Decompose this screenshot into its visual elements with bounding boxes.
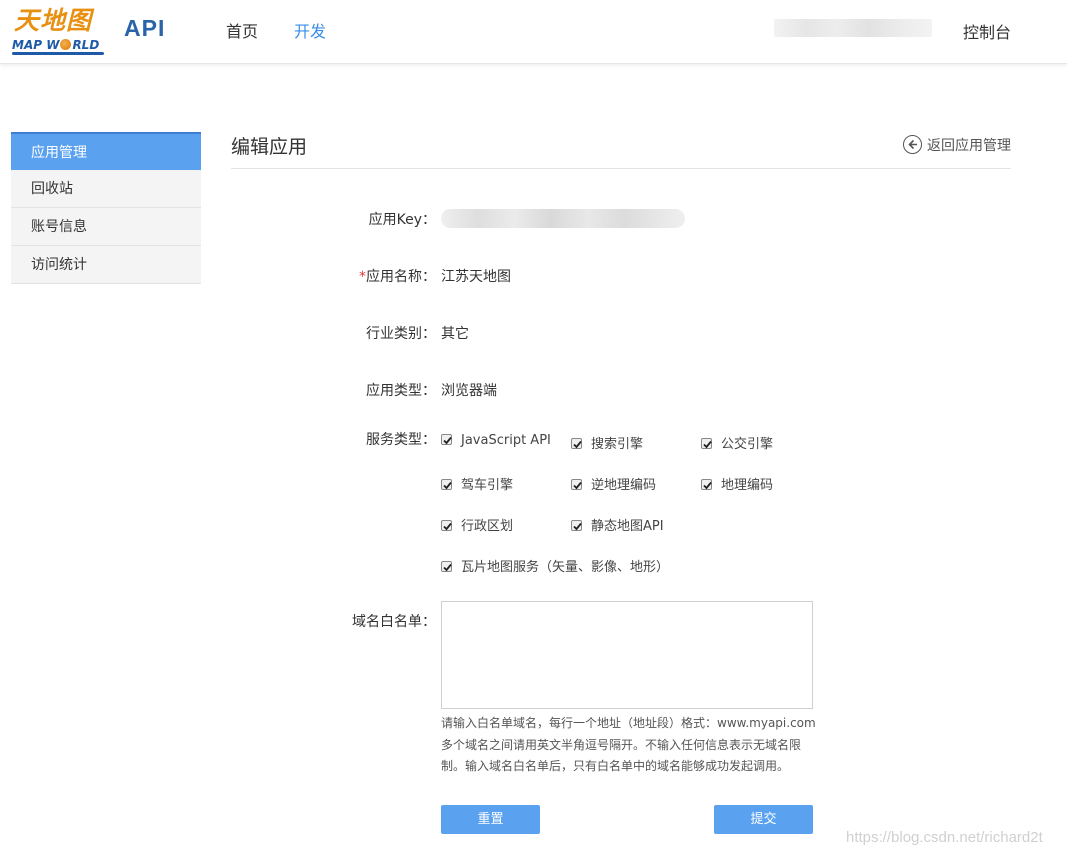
checkbox-checked-icon[interactable]	[571, 479, 582, 490]
nav-develop-link[interactable]: 开发	[294, 18, 326, 42]
service-checkbox-bus-engine[interactable]: 公交引擎	[701, 433, 773, 452]
service-checkbox-javascript-api[interactable]: JavaScript API	[441, 433, 551, 448]
service-label: 逆地理编码	[591, 478, 657, 493]
service-checkbox-search-engine[interactable]: 搜索引擎	[571, 433, 643, 452]
domain-whitelist-textarea[interactable]	[441, 601, 813, 709]
logo-english-part2: RLD	[72, 38, 100, 52]
checkbox-checked-icon[interactable]	[701, 479, 712, 490]
hint-line: 请输入白名单域名，每行一个地址（地址段）格式：www.myapi.com	[441, 716, 816, 730]
submit-button[interactable]: 提交	[714, 805, 813, 834]
whitelist-hint-text: 请输入白名单域名，每行一个地址（地址段）格式：www.myapi.com 多个域…	[441, 713, 817, 778]
top-navbar: 天地图 MAP W RLD API 首页 开发 控制台	[0, 0, 1067, 64]
service-label: JavaScript API	[461, 433, 551, 448]
checkbox-checked-icon[interactable]	[701, 438, 712, 449]
page-title: 编辑应用	[231, 136, 308, 158]
title-divider	[231, 168, 1011, 169]
logo-english-text: MAP W RLD	[12, 38, 99, 52]
checkbox-checked-icon[interactable]	[441, 561, 452, 572]
service-label: 静态地图API	[591, 519, 664, 534]
mapworld-logo[interactable]: 天地图 MAP W RLD	[12, 6, 108, 56]
back-to-app-management-link[interactable]: 返回应用管理	[903, 135, 1011, 155]
service-label: 行政区划	[461, 519, 514, 534]
console-link[interactable]: 控制台	[963, 19, 1011, 43]
sidebar: 应用管理 回收站 账号信息 访问统计	[11, 132, 201, 284]
blurred-app-key	[441, 209, 685, 228]
reset-button[interactable]: 重置	[441, 805, 540, 834]
service-type-label: 服务类型：	[366, 432, 436, 448]
app-type-label: 应用类型：	[366, 383, 436, 399]
arrow-left-circle-icon	[903, 135, 922, 154]
service-checkbox-reverse-geocoding[interactable]: 逆地理编码	[571, 474, 656, 493]
blurred-username[interactable]	[774, 19, 932, 37]
industry-value: 其它	[441, 326, 469, 342]
service-checkbox-geocoding[interactable]: 地理编码	[701, 474, 773, 493]
logo-chinese-text: 天地图	[14, 6, 93, 35]
checkbox-checked-icon[interactable]	[441, 434, 452, 445]
checkbox-checked-icon[interactable]	[441, 479, 452, 490]
back-link-label: 返回应用管理	[927, 138, 1011, 154]
service-label: 驾车引擎	[461, 478, 514, 493]
industry-label: 行业类别：	[366, 326, 436, 342]
app-key-label: 应用Key：	[368, 212, 436, 228]
logo-underline	[12, 52, 104, 55]
logo-english-part1: MAP W	[12, 38, 60, 52]
hint-line: 制。输入域名白名单后，只有白名单中的域名能够成功发起调用。	[441, 759, 790, 773]
app-name-value: 江苏天地图	[441, 269, 511, 285]
app-name-label-text: 应用名称：	[366, 269, 436, 285]
service-label: 瓦片地图服务（矢量、影像、地形）	[461, 560, 670, 575]
app-name-label: *应用名称：	[236, 266, 436, 286]
sidebar-item-recycle-bin[interactable]: 回收站	[11, 170, 201, 208]
csdn-watermark: https://blog.csdn.net/richard2t	[846, 829, 1043, 846]
domain-whitelist-label: 域名白名单：	[352, 614, 436, 630]
app-type-value: 浏览器端	[441, 383, 497, 399]
service-label: 公交引擎	[721, 437, 774, 452]
service-label: 搜索引擎	[591, 437, 644, 452]
checkbox-checked-icon[interactable]	[571, 438, 582, 449]
api-title: API	[124, 15, 166, 41]
sidebar-item-access-stats[interactable]: 访问统计	[11, 246, 201, 284]
service-checkbox-driving-engine[interactable]: 驾车引擎	[441, 474, 513, 493]
checkbox-checked-icon[interactable]	[441, 520, 452, 531]
service-checkbox-tile-map-service[interactable]: 瓦片地图服务（矢量、影像、地形）	[441, 556, 669, 575]
nav-home-link[interactable]: 首页	[226, 18, 258, 42]
required-mark: *	[359, 269, 366, 285]
hint-line: 多个域名之间请用英文半角逗号隔开。不输入任何信息表示无域名限	[441, 737, 802, 752]
checkbox-checked-icon[interactable]	[571, 520, 582, 531]
sidebar-item-account-info[interactable]: 账号信息	[11, 208, 201, 246]
service-label: 地理编码	[721, 478, 774, 493]
sidebar-item-app-management[interactable]: 应用管理	[11, 132, 201, 170]
globe-icon	[60, 39, 72, 50]
service-checkbox-administrative-division[interactable]: 行政区划	[441, 515, 513, 534]
service-checkbox-static-map-api[interactable]: 静态地图API	[571, 515, 664, 534]
